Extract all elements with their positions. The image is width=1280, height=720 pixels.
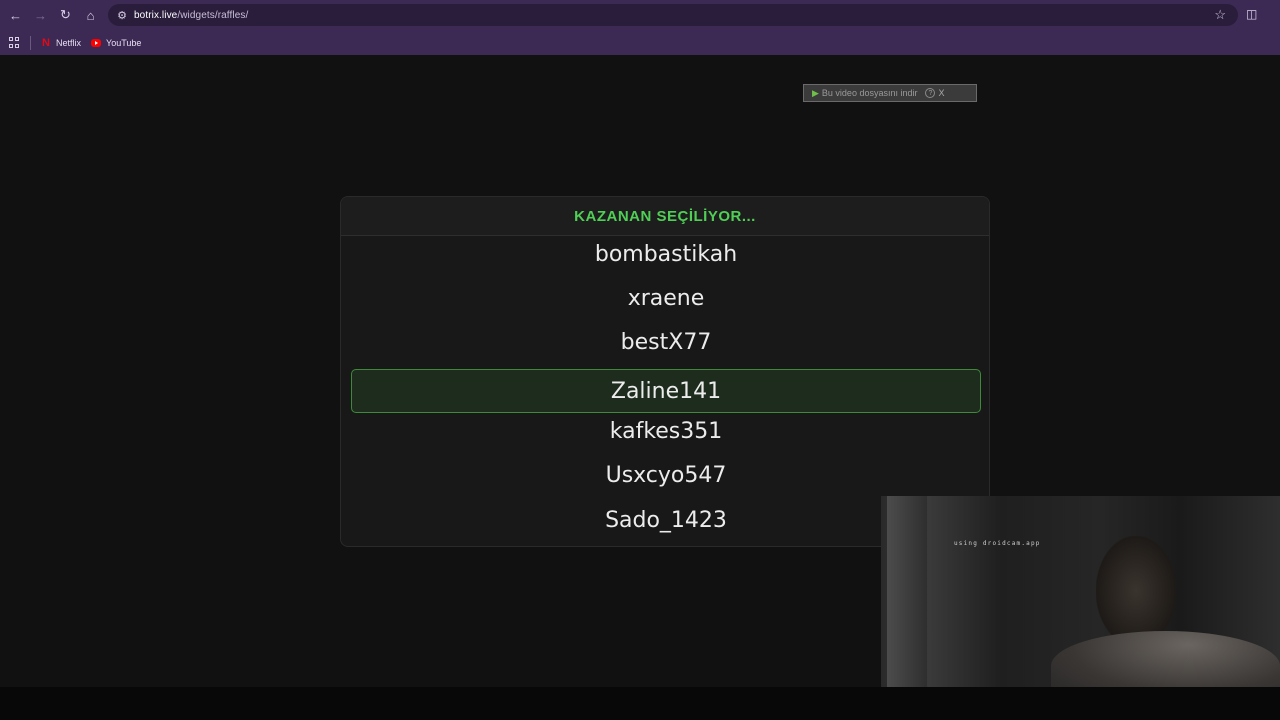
apps-grid-icon[interactable] (9, 37, 20, 48)
bookmarks-bar: N Netflix YouTube (0, 30, 1280, 55)
bottom-strip (0, 687, 1280, 720)
webcam-curtain (887, 496, 927, 687)
home-icon[interactable]: ⌂ (78, 0, 103, 30)
bookmark-star-icon[interactable]: ☆ (1214, 7, 1226, 23)
youtube-icon (91, 38, 102, 48)
bookmark-netflix[interactable]: N Netflix (41, 36, 82, 49)
raffle-header: KAZANAN SEÇİLİYOR... (341, 197, 989, 236)
forward-arrow-icon[interactable]: → (28, 0, 53, 30)
raffle-entry-highlighted: Zaline141 (351, 369, 981, 413)
back-arrow-icon[interactable]: ← (3, 0, 28, 30)
bookmark-youtube[interactable]: YouTube (91, 38, 141, 48)
raffle-entry: bombastikah (594, 241, 738, 267)
bookmark-label: YouTube (106, 37, 142, 48)
webcam-person (1096, 536, 1176, 646)
webcam-overlay: using droidcam.app (881, 496, 1280, 687)
url-path: /widgets/raffles/ (177, 9, 249, 21)
raffle-widget: KAZANAN SEÇİLİYOR... bombastikah xraene … (340, 196, 990, 547)
download-label[interactable]: Bu video dosyasını indir (822, 88, 918, 98)
raffle-entry: xraene (627, 285, 705, 311)
help-icon[interactable]: ? (925, 88, 936, 98)
url-text[interactable]: botrix.live/widgets/raffles/ (134, 10, 248, 21)
webcam-watermark: using droidcam.app (954, 540, 1041, 547)
video-download-bar[interactable]: ▶ Bu video dosyasını indir ? X (803, 84, 977, 102)
raffle-title: KAZANAN SEÇİLİYOR... (574, 207, 756, 225)
netflix-icon: N (42, 36, 50, 49)
close-icon[interactable]: X (938, 88, 944, 98)
bookmarks-divider (30, 35, 31, 50)
reload-icon[interactable]: ↻ (53, 0, 78, 30)
site-info-icon[interactable]: ⚙ (115, 8, 129, 22)
raffle-entry: bestX77 (620, 329, 712, 355)
raffle-entry: Usxcyo547 (605, 462, 727, 488)
browser-toolbar: ← → ↻ ⌂ ⚙ botrix.live/widgets/raffles/ ☆… (0, 0, 1280, 30)
url-host: botrix.live (134, 9, 178, 21)
raffle-entry: kafkes351 (609, 418, 723, 444)
extensions-icon[interactable]: ◫ (1246, 7, 1260, 21)
bookmark-label: Netflix (56, 37, 82, 48)
address-bar[interactable]: ⚙ botrix.live/widgets/raffles/ ☆ (108, 4, 1238, 26)
play-icon: ▶ (812, 87, 819, 98)
